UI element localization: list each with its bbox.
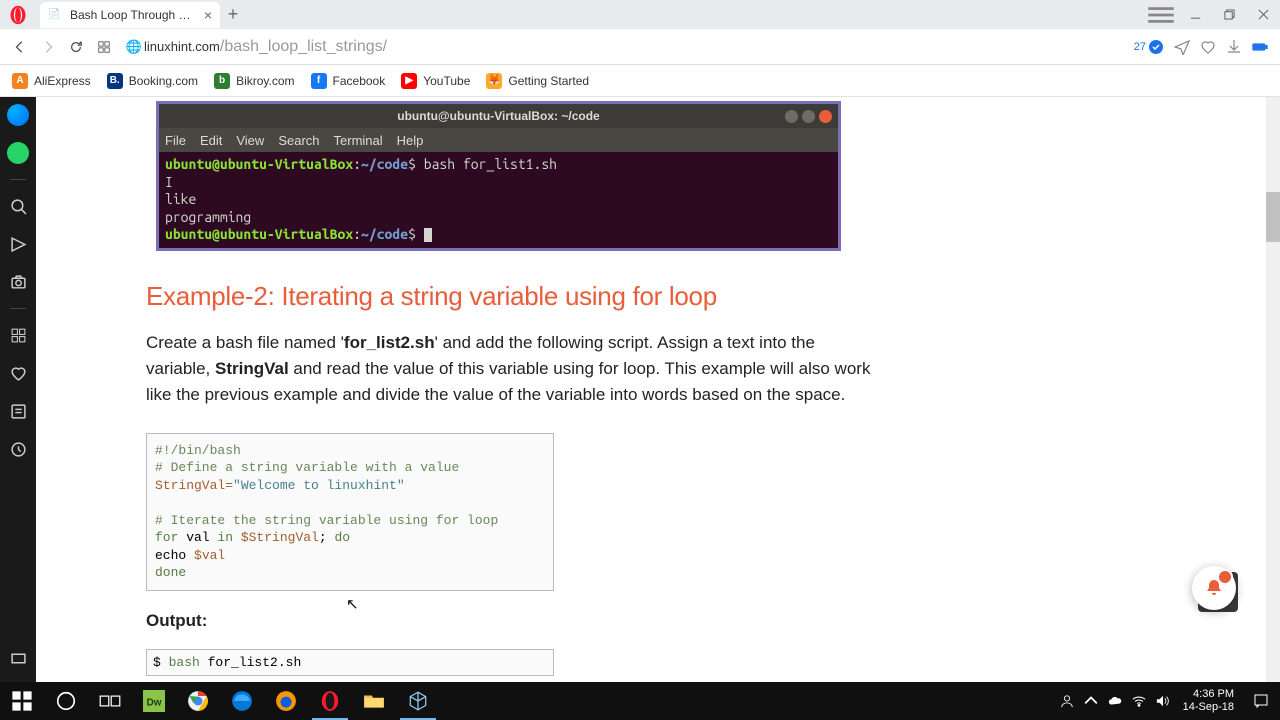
speed-dial-button[interactable] [90,33,118,61]
tab-close-button[interactable]: × [204,7,212,23]
terminal-menu: FileEditViewSearchTerminalHelp [159,128,838,152]
command-block: $ bash for_list2.sh [146,649,554,677]
booking-icon: B. [107,73,123,89]
clock[interactable]: 4:36 PM14-Sep-18 [1175,688,1242,714]
terminal-cursor-icon [424,228,432,242]
close-button[interactable] [1246,0,1280,29]
bookmark-aliexpress[interactable]: AAliExpress [12,73,91,89]
opera-taskbar-icon[interactable] [308,682,352,720]
divider [10,179,26,180]
site-info-icon[interactable]: 🌐 [124,39,144,55]
task-view-button[interactable] [88,682,132,720]
battery-icon[interactable] [1252,39,1268,55]
chrome-icon[interactable] [176,682,220,720]
tab-title: Bash Loop Through a List [70,8,196,22]
messenger-icon[interactable] [6,103,30,127]
article-paragraph: Create a bash file named 'for_list2.sh' … [146,330,878,409]
bookmarks-heart-icon[interactable] [6,361,30,385]
snapshot-icon[interactable] [6,270,30,294]
tab-favicon-icon: 📄 [48,7,64,23]
virtualbox-icon[interactable] [396,682,440,720]
reload-button[interactable] [62,33,90,61]
aliexpress-icon: A [12,73,28,89]
bikroy-icon: b [214,73,230,89]
minimize-button[interactable] [1178,0,1212,29]
send-icon[interactable] [1174,39,1190,55]
bookmarks-bar: AAliExpress B.Booking.com bBikroy.com fF… [0,65,1280,97]
titlebar: 📄 Bash Loop Through a List × + [0,0,1280,29]
addressbar: 🌐 linuxhint.com/bash_loop_list_strings/ … [0,29,1280,65]
facebook-icon: f [311,73,327,89]
youtube-icon: ▶ [401,73,417,89]
cortana-button[interactable] [44,682,88,720]
action-center-button[interactable] [1242,682,1280,720]
bookmark-bikroy[interactable]: bBikroy.com [214,73,294,89]
sidebar-settings-icon[interactable] [6,646,30,670]
people-icon[interactable] [1055,682,1079,720]
file-explorer-icon[interactable] [352,682,396,720]
vertical-scrollbar[interactable] [1266,97,1280,682]
example-heading: Example-2: Iterating a string variable u… [146,281,878,312]
bookmark-getting-started[interactable]: 🦊Getting Started [486,73,589,89]
wifi-icon[interactable] [1127,682,1151,720]
tabs-menu-icon[interactable] [1144,0,1178,29]
svg-text:Dw: Dw [147,697,162,708]
whatsapp-icon[interactable] [6,141,30,165]
opera-menu-button[interactable] [0,0,36,29]
opera-sidebar [0,97,36,682]
new-tab-button[interactable]: + [220,2,246,28]
terminal-screenshot: ubuntu@ubuntu-VirtualBox: ~/code FileEdi… [156,101,841,251]
bookmark-booking[interactable]: B.Booking.com [107,73,198,89]
heart-icon[interactable] [1200,39,1216,55]
bookmark-youtube[interactable]: ▶YouTube [401,73,470,89]
windows-taskbar: Dw 4:36 PM14-Sep-18 [0,682,1280,720]
start-button[interactable] [0,682,44,720]
bookmark-facebook[interactable]: fFacebook [311,73,386,89]
notification-bell-button[interactable] [1192,566,1236,610]
url-input[interactable]: 🌐 linuxhint.com/bash_loop_list_strings/ [124,34,1128,60]
output-label: Output: [146,611,878,631]
history-icon[interactable] [6,437,30,461]
edge-icon[interactable] [220,682,264,720]
terminal-title: ubuntu@ubuntu-VirtualBox: ~/code [397,109,599,123]
firefox-icon[interactable] [264,682,308,720]
forward-button[interactable] [34,33,62,61]
minimize-dot-icon [785,110,798,123]
tray-expand-icon[interactable] [1079,682,1103,720]
url-host: linuxhint.com [144,39,220,54]
dreamweaver-icon[interactable]: Dw [132,682,176,720]
browser-tab[interactable]: 📄 Bash Loop Through a List × [40,2,220,28]
close-dot-icon [819,110,832,123]
news-icon[interactable] [6,399,30,423]
webpage-content: ubuntu@ubuntu-VirtualBox: ~/code FileEdi… [36,97,1280,682]
back-button[interactable] [6,33,34,61]
onedrive-icon[interactable] [1103,682,1127,720]
adblock-counter[interactable]: 27 [1134,39,1164,55]
maximize-button[interactable] [1212,0,1246,29]
extensions-icon[interactable] [6,323,30,347]
volume-icon[interactable] [1151,682,1175,720]
download-icon[interactable] [1226,39,1242,55]
maximize-dot-icon [802,110,815,123]
firefox-icon: 🦊 [486,73,502,89]
code-block: #!/bin/bash # Define a string variable w… [146,433,554,591]
url-path: /bash_loop_list_strings/ [220,38,387,56]
search-icon[interactable] [6,194,30,218]
personal-news-icon[interactable] [6,232,30,256]
divider [10,308,26,309]
